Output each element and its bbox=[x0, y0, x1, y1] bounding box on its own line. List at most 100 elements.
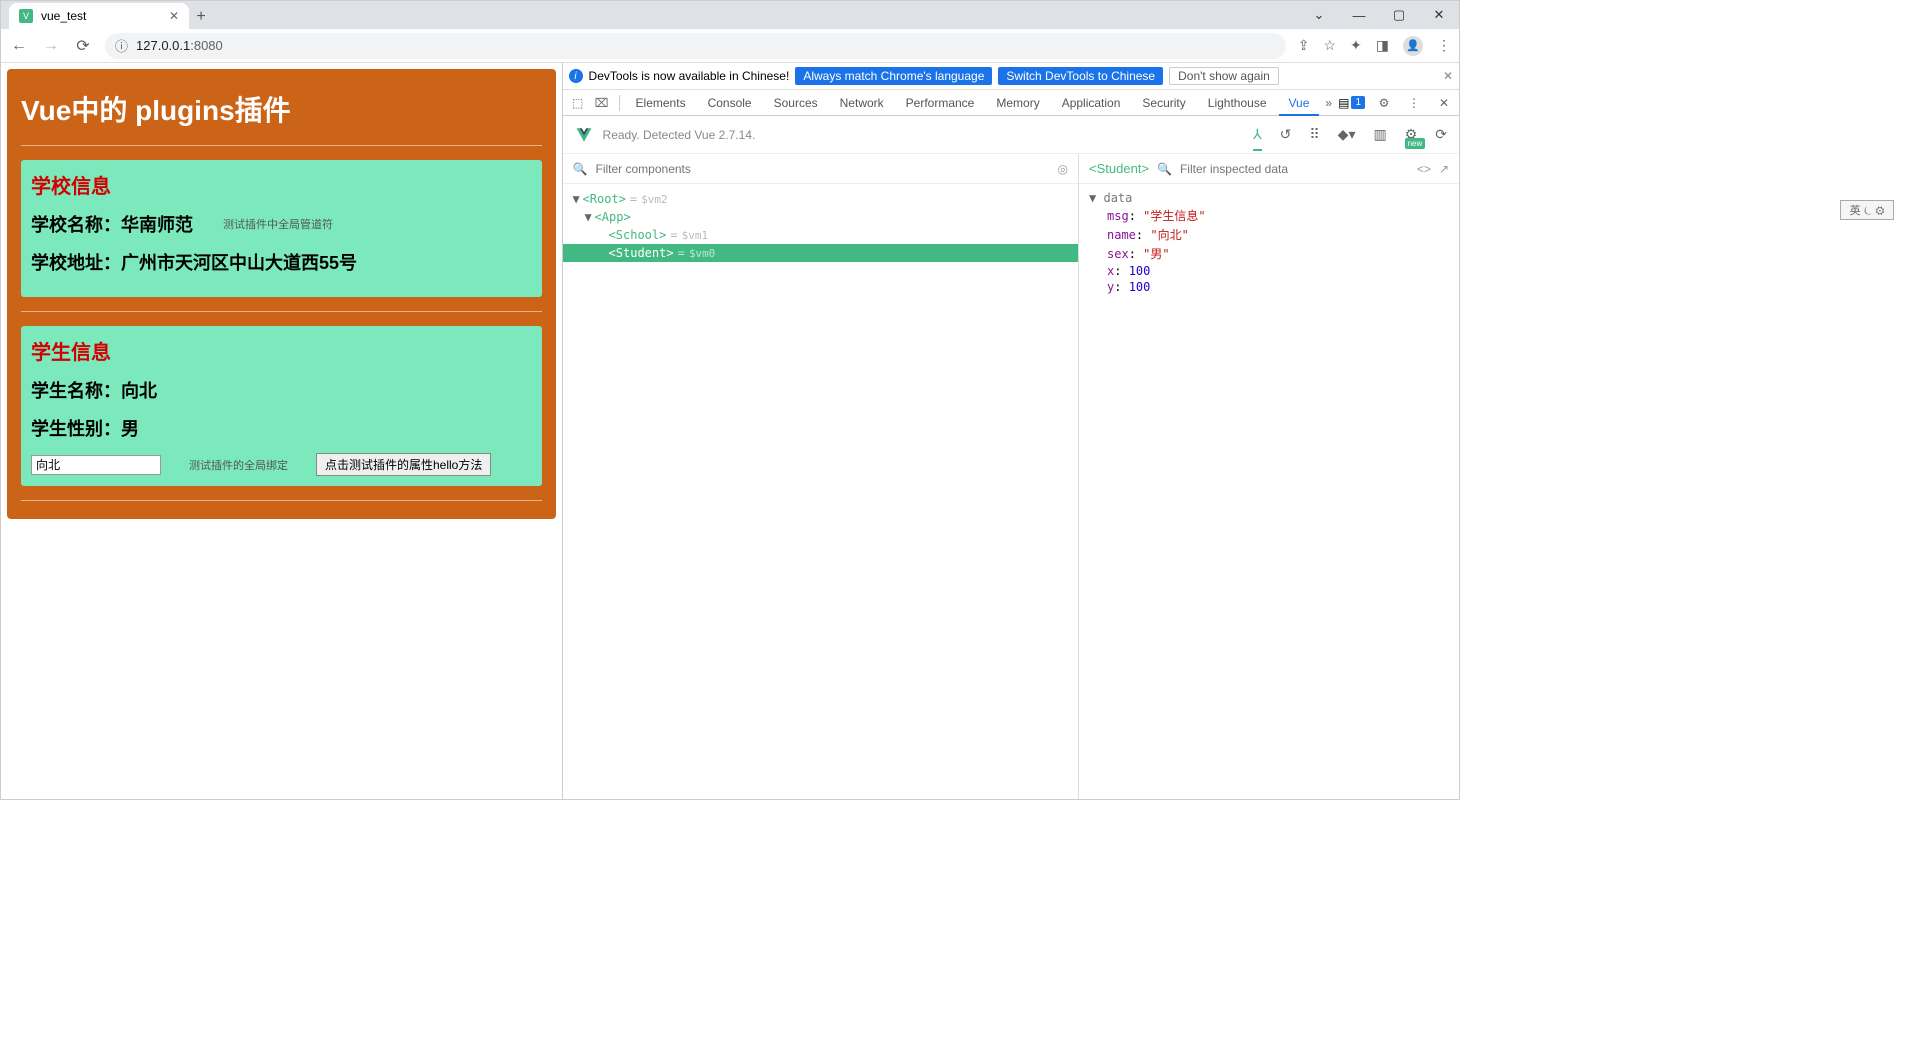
tree-node-app[interactable]: ▼ <App> bbox=[563, 208, 1078, 226]
info-icon: i bbox=[569, 69, 583, 83]
refresh-icon[interactable]: ⟳ bbox=[1435, 126, 1447, 143]
switch-language-button[interactable]: Switch DevTools to Chinese bbox=[998, 67, 1163, 85]
url-bar[interactable]: ⓘ 127.0.0.1:8080 bbox=[105, 33, 1286, 59]
tab-memory[interactable]: Memory bbox=[986, 90, 1049, 116]
reload-button[interactable]: ⟳ bbox=[73, 36, 93, 56]
search-icon: 🔍 bbox=[573, 162, 588, 176]
share-icon[interactable]: ⇪ bbox=[1298, 37, 1310, 54]
school-name-row: 学校名称：华南师范 测试插件中全局管道符 bbox=[31, 211, 532, 237]
device-icon[interactable]: ⌧ bbox=[591, 96, 613, 110]
vue-tools: ⅄ ↺ ⠿ ◆▾ ▥ ⚙new ⟳ bbox=[1253, 126, 1447, 143]
tree-node-root[interactable]: ▼ <Root>=$vm2 bbox=[563, 190, 1078, 208]
new-tab-button[interactable]: + bbox=[189, 5, 213, 29]
data-prop-y[interactable]: y: 100 bbox=[1089, 279, 1449, 295]
dont-show-button[interactable]: Don't show again bbox=[1169, 67, 1279, 85]
tab-application[interactable]: Application bbox=[1052, 90, 1131, 116]
back-button[interactable]: ← bbox=[9, 37, 29, 55]
vue-toolbar: Ready. Detected Vue 2.7.14. ⅄ ↺ ⠿ ◆▾ ▥ ⚙… bbox=[563, 116, 1459, 154]
component-tree-panel: 🔍 ◎ ▼ <Root>=$vm2 ▼ <App> <School>=$vm1 bbox=[563, 154, 1079, 799]
chart-icon[interactable]: ▥ bbox=[1373, 126, 1386, 143]
devtools-banner: i DevTools is now available in Chinese! … bbox=[563, 63, 1459, 90]
kebab-icon[interactable]: ⋮ bbox=[1403, 96, 1425, 110]
bind-note: 测试插件的全局绑定 bbox=[189, 457, 288, 473]
side-panel-icon[interactable]: ◨ bbox=[1376, 37, 1389, 54]
tab-vue[interactable]: Vue bbox=[1279, 90, 1320, 116]
data-body: ▼ data msg: "学生信息" name: "向北" sex: "男" x… bbox=[1079, 184, 1459, 301]
data-prop-sex[interactable]: sex: "男" bbox=[1089, 244, 1449, 263]
banner-text: DevTools is now available in Chinese! bbox=[589, 69, 790, 83]
close-window-button[interactable]: ✕ bbox=[1419, 1, 1459, 29]
profile-icon[interactable]: 👤 bbox=[1403, 36, 1423, 56]
gear-icon[interactable]: ⚙ bbox=[1373, 96, 1395, 110]
test-hello-button[interactable]: 点击测试插件的属性hello方法 bbox=[316, 453, 491, 476]
devtools-tabs: ⬚ ⌧ Elements Console Sources Network Per… bbox=[563, 90, 1459, 116]
data-section-header[interactable]: ▼ data bbox=[1089, 190, 1449, 206]
match-language-button[interactable]: Always match Chrome's language bbox=[795, 67, 992, 85]
page-title: Vue中的 plugins插件 bbox=[21, 83, 542, 146]
tab-sources[interactable]: Sources bbox=[764, 90, 828, 116]
code-icon[interactable]: <> bbox=[1417, 162, 1431, 176]
data-prop-x[interactable]: x: 100 bbox=[1089, 263, 1449, 279]
chrome-toolbar: ⇪ ☆ ✦ ◨ 👤 ⋮ bbox=[1298, 36, 1451, 56]
student-name-input[interactable] bbox=[31, 455, 161, 475]
address-bar: ← → ⟳ ⓘ 127.0.0.1:8080 ⇪ ☆ ✦ ◨ 👤 ⋮ bbox=[1, 29, 1459, 63]
chevron-down-icon[interactable]: ⌄ bbox=[1299, 1, 1339, 29]
diamond-icon[interactable]: ◆▾ bbox=[1338, 126, 1356, 143]
school-heading: 学校信息 bbox=[31, 170, 532, 199]
browser-window: V vue_test ✕ + ⌄ — ▢ ✕ ← → ⟳ ⓘ 127.0.0.1… bbox=[0, 0, 1460, 800]
minimize-button[interactable]: — bbox=[1339, 1, 1379, 29]
school-card: 学校信息 学校名称：华南师范 测试插件中全局管道符 学校地址：广州市天河区中山大… bbox=[21, 160, 542, 297]
favicon: V bbox=[19, 9, 33, 23]
browser-tab[interactable]: V vue_test ✕ bbox=[9, 3, 189, 29]
student-name-row: 学生名称：向北 bbox=[31, 377, 532, 403]
inspect-icon[interactable]: ⬚ bbox=[567, 96, 589, 110]
maximize-button[interactable]: ▢ bbox=[1379, 1, 1419, 29]
data-prop-name[interactable]: name: "向北" bbox=[1089, 225, 1449, 244]
close-icon[interactable]: ✕ bbox=[1443, 69, 1453, 83]
school-addr-row: 学校地址：广州市天河区中山大道西55号 bbox=[31, 249, 532, 275]
tab-console[interactable]: Console bbox=[698, 90, 762, 116]
student-sex-row: 学生性别：男 bbox=[31, 415, 532, 441]
more-tabs-icon[interactable]: » bbox=[1321, 96, 1336, 110]
tree-node-school[interactable]: <School>=$vm1 bbox=[563, 226, 1078, 244]
tree-node-student[interactable]: <Student>=$vm0 bbox=[563, 244, 1078, 262]
app-page: Vue中的 plugins插件 学校信息 学校名称：华南师范 测试插件中全局管道… bbox=[1, 63, 562, 799]
filter-components-input[interactable] bbox=[596, 162, 1050, 176]
target-icon[interactable]: ◎ bbox=[1058, 162, 1068, 176]
tab-security[interactable]: Security bbox=[1132, 90, 1195, 116]
settings-icon[interactable]: ⚙new bbox=[1405, 126, 1418, 143]
vue-body: 🔍 ◎ ▼ <Root>=$vm2 ▼ <App> <School>=$vm1 bbox=[563, 154, 1459, 799]
tab-performance[interactable]: Performance bbox=[896, 90, 985, 116]
content-area: Vue中的 plugins插件 学校信息 学校名称：华南师范 测试插件中全局管道… bbox=[1, 63, 1459, 799]
tab-network[interactable]: Network bbox=[830, 90, 894, 116]
extensions-icon[interactable]: ✦ bbox=[1350, 37, 1362, 54]
school-name-label: 学校名称：华南师范 bbox=[31, 211, 193, 237]
components-icon[interactable]: ⅄ bbox=[1253, 126, 1262, 151]
url-text: 127.0.0.1:8080 bbox=[136, 38, 223, 53]
filter-data-input[interactable] bbox=[1180, 162, 1409, 176]
history-icon[interactable]: ↺ bbox=[1280, 126, 1292, 143]
close-tab-icon[interactable]: ✕ bbox=[169, 9, 179, 23]
titlebar: V vue_test ✕ + ⌄ — ▢ ✕ bbox=[1, 1, 1459, 29]
vue-status: Ready. Detected Vue 2.7.14. bbox=[603, 128, 756, 142]
tab-elements[interactable]: Elements bbox=[626, 90, 696, 116]
close-devtools-icon[interactable]: ✕ bbox=[1433, 96, 1455, 110]
pipe-note: 测试插件中全局管道符 bbox=[223, 216, 333, 232]
data-prop-msg[interactable]: msg: "学生信息" bbox=[1089, 206, 1449, 225]
forward-button[interactable]: → bbox=[41, 37, 61, 55]
student-card: 学生信息 学生名称：向北 学生性别：男 测试插件的全局绑定 点击测试插件的属性h… bbox=[21, 326, 542, 486]
data-panel: <Student> 🔍 <> ↗ ▼ data msg: "学生信息" name… bbox=[1079, 154, 1459, 799]
grid-icon[interactable]: ⠿ bbox=[1309, 126, 1319, 143]
data-panel-head: <Student> 🔍 <> ↗ bbox=[1079, 154, 1459, 184]
issues-button[interactable]: ▤1 bbox=[1338, 96, 1365, 110]
bookmark-icon[interactable]: ☆ bbox=[1323, 37, 1336, 54]
menu-icon[interactable]: ⋮ bbox=[1437, 37, 1451, 54]
tab-lighthouse[interactable]: Lighthouse bbox=[1198, 90, 1277, 116]
window-controls: ⌄ — ▢ ✕ bbox=[1299, 1, 1459, 29]
tree-panel-head: 🔍 ◎ bbox=[563, 154, 1078, 184]
info-icon: ⓘ bbox=[115, 36, 128, 55]
tab-title: vue_test bbox=[41, 9, 86, 23]
external-icon[interactable]: ↗ bbox=[1439, 162, 1449, 176]
student-heading: 学生信息 bbox=[31, 336, 532, 365]
divider bbox=[21, 311, 542, 312]
